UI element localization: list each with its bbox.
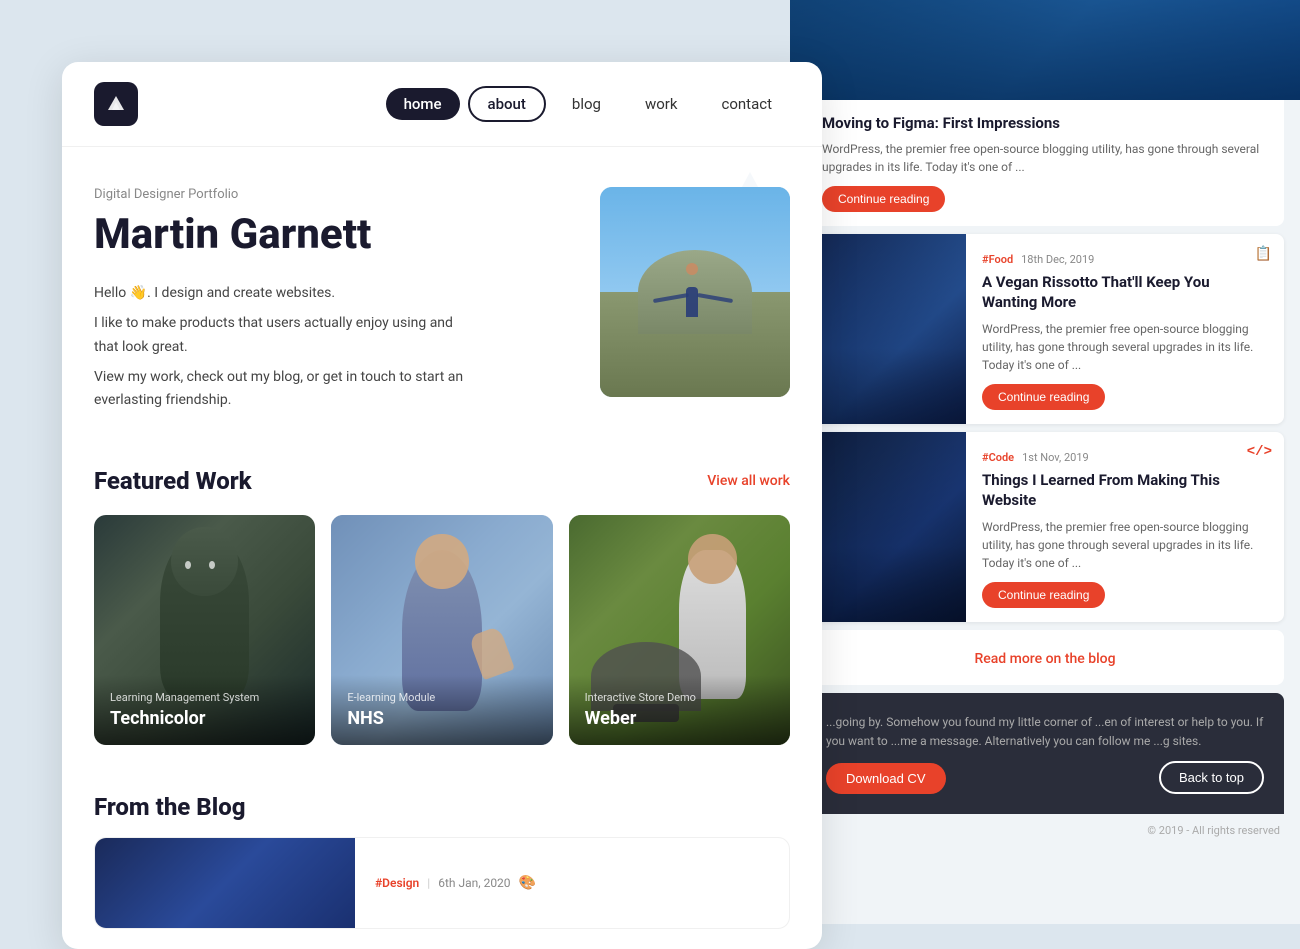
blog-preview-meta: #Design | 6th Jan, 2020 🎨 bbox=[355, 838, 556, 928]
nav-about[interactable]: about bbox=[468, 86, 546, 122]
blog-card-food-tag: #Food bbox=[982, 253, 1013, 266]
nav-contact[interactable]: contact bbox=[703, 88, 790, 120]
blog-preview-tag: #Design bbox=[375, 876, 419, 890]
work-card-weber[interactable]: Interactive Store Demo Weber bbox=[569, 515, 790, 745]
work-card-nhs[interactable]: E-learning Module NHS bbox=[331, 515, 552, 745]
blog-card-food-date: 18th Dec, 2019 bbox=[1021, 253, 1094, 266]
blog-preview-image bbox=[95, 838, 355, 928]
footer-panel: ...going by. Somehow you found my little… bbox=[806, 693, 1284, 814]
work-card-nhs-overlay: E-learning Module NHS bbox=[331, 675, 552, 745]
top-article-excerpt: WordPress, the premier free open-source … bbox=[822, 140, 1268, 176]
work-card-weber-category: Interactive Store Demo bbox=[585, 691, 774, 704]
blog-card-code-continue-btn[interactable]: Continue reading bbox=[982, 582, 1105, 608]
hero-text: Digital Designer Portfolio Martin Garnet… bbox=[94, 187, 570, 413]
from-blog-section: From the Blog #Design | 6th Jan, 2020 🎨 bbox=[62, 769, 822, 949]
blog-preview-date: 6th Jan, 2020 bbox=[438, 876, 510, 890]
bookmark-icon: 📋 bbox=[1255, 246, 1272, 262]
top-article-title: Moving to Figma: First Impressions bbox=[822, 114, 1268, 132]
hero-desc-line1: Hello 👋. I design and create websites. bbox=[94, 282, 474, 306]
hero-desc-line3: View my work, check out my blog, or get … bbox=[94, 366, 474, 414]
nav-home[interactable]: home bbox=[386, 88, 460, 120]
hero-image-container bbox=[590, 187, 790, 407]
hero-desc-line2: I like to make products that users actua… bbox=[94, 312, 474, 360]
blog-card-food-continue-btn[interactable]: Continue reading bbox=[982, 384, 1105, 410]
back-to-top-btn[interactable]: Back to top bbox=[1159, 761, 1264, 794]
hero-description: Hello 👋. I design and create websites. I… bbox=[94, 282, 474, 413]
nav-blog[interactable]: blog bbox=[554, 88, 619, 120]
logo[interactable] bbox=[94, 82, 138, 126]
top-article-continue-btn[interactable]: Continue reading bbox=[822, 186, 945, 212]
blog-card-food-excerpt: WordPress, the premier free open-source … bbox=[982, 320, 1268, 374]
blog-preview-card[interactable]: #Design | 6th Jan, 2020 🎨 bbox=[94, 837, 790, 929]
work-card-technicolor[interactable]: Learning Management System Technicolor bbox=[94, 515, 315, 745]
palette-icon: 🎨 bbox=[519, 875, 536, 891]
featured-work-header: Featured Work View all work bbox=[94, 467, 790, 495]
nav-work[interactable]: work bbox=[627, 88, 696, 120]
navigation: home about blog work contact bbox=[62, 62, 822, 147]
work-card-nhs-category: E-learning Module bbox=[347, 691, 536, 704]
work-card-technicolor-category: Learning Management System bbox=[110, 691, 299, 704]
footer-copyright: © 2019 - All rights reserved bbox=[790, 814, 1300, 847]
work-grid: Learning Management System Technicolor E… bbox=[94, 515, 790, 745]
work-card-technicolor-overlay: Learning Management System Technicolor bbox=[94, 675, 315, 745]
work-card-weber-title: Weber bbox=[585, 708, 774, 729]
hero-subtitle: Digital Designer Portfolio bbox=[94, 187, 570, 202]
from-blog-title: From the Blog bbox=[94, 793, 790, 821]
read-more-blog-section: Read more on the blog bbox=[806, 630, 1284, 685]
featured-work-title: Featured Work bbox=[94, 467, 252, 495]
logo-icon bbox=[104, 94, 128, 114]
featured-work-section: Featured Work View all work Learning Man… bbox=[62, 443, 822, 769]
blog-card-code-content: #Code 1st Nov, 2019 </> Things I Learned… bbox=[966, 432, 1284, 622]
blog-card-food-title: A Vegan Rissotto That'll Keep You Wantin… bbox=[982, 273, 1268, 312]
blog-card-food-image bbox=[806, 234, 966, 424]
top-article-card: Moving to Figma: First Impressions WordP… bbox=[806, 100, 1284, 226]
code-icon: </> bbox=[1247, 444, 1272, 460]
hero-photo bbox=[600, 187, 790, 397]
right-panel: Moving to Figma: First Impressions WordP… bbox=[790, 0, 1300, 924]
footer-text: ...going by. Somehow you found my little… bbox=[826, 713, 1264, 751]
read-more-blog-link[interactable]: Read more on the blog bbox=[974, 651, 1115, 667]
hero-section: Digital Designer Portfolio Martin Garnet… bbox=[62, 147, 822, 443]
blog-card-code-excerpt: WordPress, the premier free open-source … bbox=[982, 518, 1268, 572]
hero-name: Martin Garnett bbox=[94, 212, 570, 258]
blog-card-code-image bbox=[806, 432, 966, 622]
main-card: home about blog work contact Digital Des… bbox=[62, 62, 822, 949]
blog-card-code: #Code 1st Nov, 2019 </> Things I Learned… bbox=[806, 432, 1284, 622]
work-card-weber-overlay: Interactive Store Demo Weber bbox=[569, 675, 790, 745]
view-all-work-link[interactable]: View all work bbox=[707, 473, 790, 489]
blog-card-food-content: #Food 18th Dec, 2019 📋 A Vegan Rissotto … bbox=[966, 234, 1284, 424]
blog-preview-divider: | bbox=[427, 876, 430, 890]
blog-card-code-tag: #Code bbox=[982, 451, 1014, 464]
blog-card-code-date: 1st Nov, 2019 bbox=[1022, 451, 1089, 464]
nav-links: home about blog work contact bbox=[386, 86, 790, 122]
download-cv-btn[interactable]: Download CV bbox=[826, 763, 946, 794]
work-card-technicolor-title: Technicolor bbox=[110, 708, 299, 729]
blog-card-food: #Food 18th Dec, 2019 📋 A Vegan Rissotto … bbox=[806, 234, 1284, 424]
blog-card-code-title: Things I Learned From Making This Websit… bbox=[982, 471, 1268, 510]
work-card-nhs-title: NHS bbox=[347, 708, 536, 729]
top-article-image bbox=[790, 0, 1300, 100]
